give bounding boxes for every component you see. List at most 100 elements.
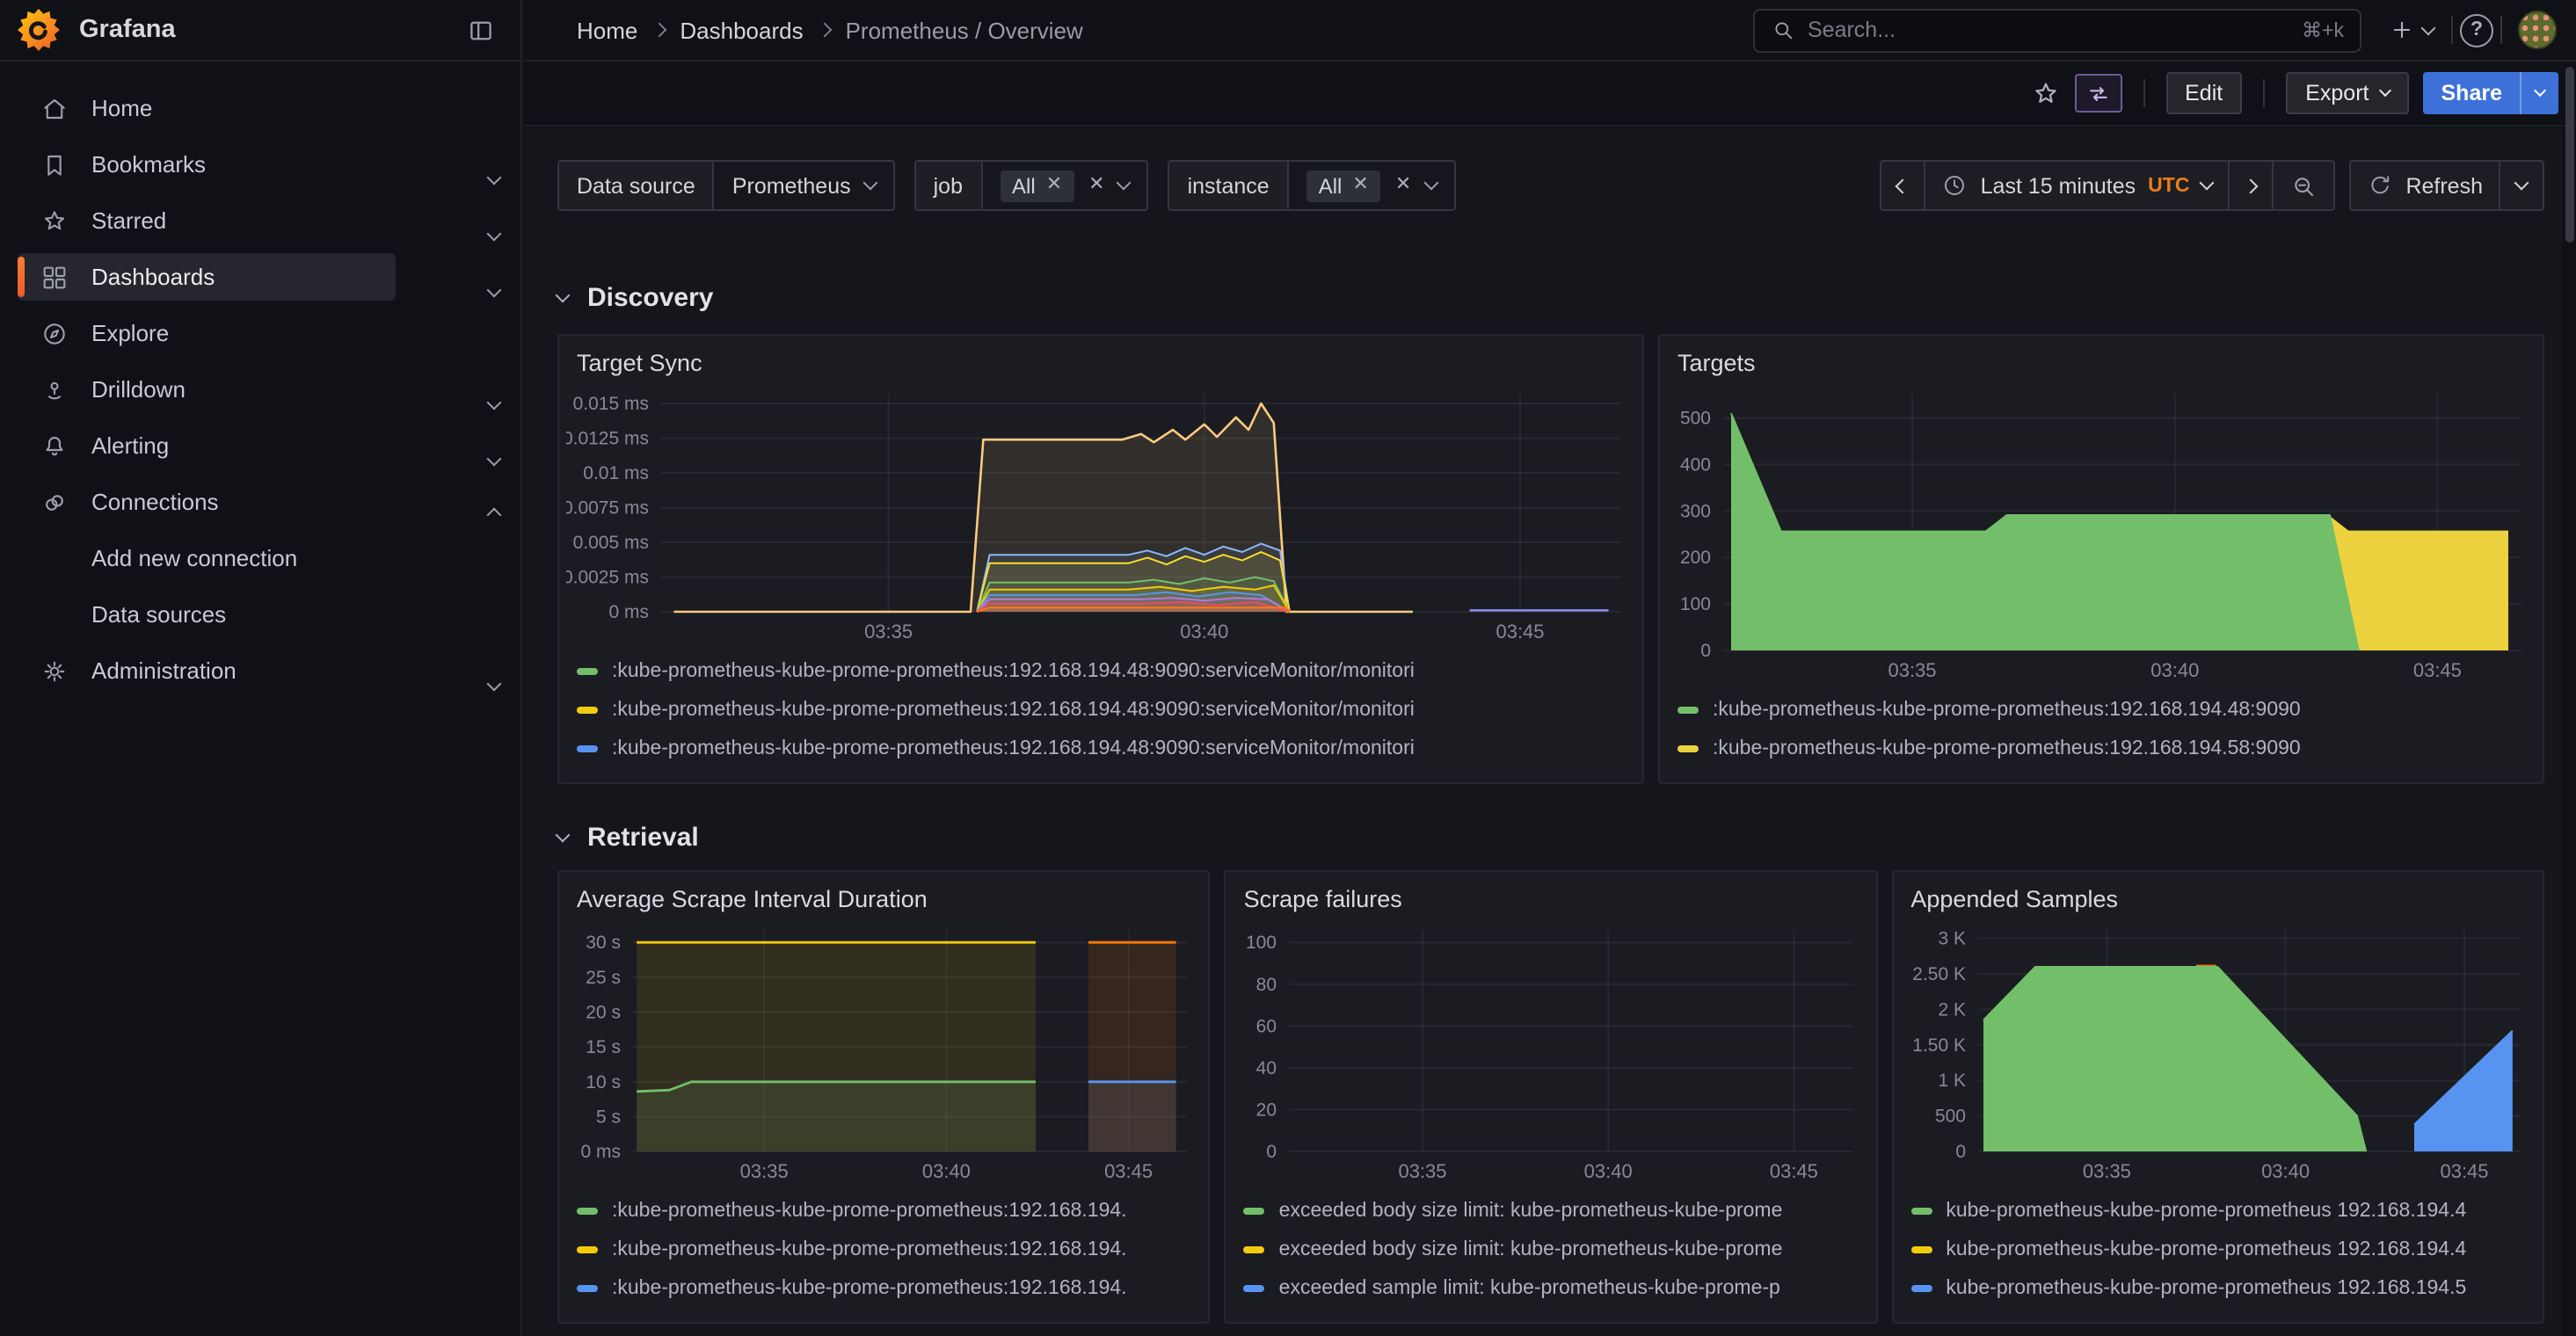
sidebar-item-drilldown[interactable]: Drilldown	[18, 366, 454, 413]
svg-text:80: 80	[1256, 975, 1277, 995]
sidebar-item-home[interactable]: Home	[18, 84, 454, 132]
svg-text:03:45: 03:45	[1104, 1160, 1153, 1182]
legend-item[interactable]: exceeded sample limit: kube-prometheus-k…	[1244, 1269, 1859, 1308]
edit-button[interactable]: Edit	[2165, 72, 2242, 114]
legend-item[interactable]: exceeded body size limit: kube-prometheu…	[1244, 1192, 1859, 1231]
svg-text:03:35: 03:35	[1888, 659, 1936, 681]
job-filter: job All✕ ✕	[914, 160, 1149, 211]
svg-text:400: 400	[1680, 454, 1711, 475]
avg-scrape-legend: :kube-prometheus-kube-prome-prometheus:1…	[559, 1187, 1209, 1322]
help-button[interactable]: ?	[2460, 13, 2493, 47]
legend-item[interactable]: :kube-prometheus-kube-prome-prometheus:1…	[577, 1192, 1191, 1231]
legend-label: exceeded body size limit: kube-prometheu…	[1279, 1239, 1783, 1260]
datasource-select[interactable]: Prometheus	[715, 162, 893, 209]
time-shift-forward-button[interactable]	[2228, 160, 2274, 211]
target-sync-legend: :kube-prometheus-kube-prome-prometheus:1…	[559, 647, 1642, 782]
sidebar-item-data-sources[interactable]: Data sources	[18, 591, 454, 638]
legend-item[interactable]: :kube-prometheus-kube-prome-prometheus:1…	[1677, 691, 2525, 730]
avg-scrape-chart[interactable]: 03:3503:4003:450 ms5 s10 s15 s20 s25 s30…	[566, 918, 1202, 1187]
time-controls: Last 15 minutes UTC	[1881, 160, 2544, 211]
legend-label: kube-prometheus-kube-prome-prometheus 19…	[1946, 1239, 2466, 1260]
refresh-group: Refresh	[2349, 160, 2544, 211]
job-select[interactable]: All✕ ✕	[982, 162, 1147, 209]
legend-label: kube-prometheus-kube-prome-prometheus 19…	[1946, 1201, 2466, 1222]
search-input[interactable]: Search... ⌘+k	[1753, 8, 2361, 52]
panels-toggle-button[interactable]	[2074, 74, 2121, 113]
section-retrieval[interactable]: Retrieval	[557, 814, 2558, 860]
collapse-icon	[556, 287, 571, 302]
legend-swatch-icon	[577, 1246, 598, 1253]
remove-icon[interactable]: ✕	[1046, 176, 1062, 195]
panel-title[interactable]: Appended Samples	[1893, 872, 2543, 918]
user-avatar[interactable]	[2518, 11, 2557, 49]
clear-icon[interactable]: ✕	[1088, 176, 1104, 195]
svg-text:20 s: 20 s	[586, 1003, 621, 1023]
instance-value-chip[interactable]: All✕	[1306, 170, 1381, 201]
sidebar-item-explore[interactable]: Explore	[18, 309, 454, 357]
panel-title[interactable]: Targets	[1660, 336, 2543, 381]
section-title: Retrieval	[587, 822, 699, 852]
chevron-down-icon	[2421, 20, 2436, 35]
panel-row-retrieval: Average Scrape Interval Duration 03:3503…	[557, 870, 2558, 1324]
svg-text:03:45: 03:45	[2440, 1160, 2488, 1182]
svg-text:10 s: 10 s	[586, 1072, 621, 1093]
clock-icon	[1942, 172, 1968, 199]
panel-title[interactable]: Target Sync	[559, 336, 1642, 381]
panel-title[interactable]: Average Scrape Interval Duration	[559, 872, 1209, 918]
add-button[interactable]	[2379, 8, 2444, 52]
legend-item[interactable]: kube-prometheus-kube-prome-prometheus 19…	[1910, 1269, 2525, 1308]
time-range-picker[interactable]: Last 15 minutes UTC	[1925, 160, 2230, 211]
sidebar-toggle-icon[interactable]	[466, 15, 496, 45]
remove-icon[interactable]: ✕	[1352, 176, 1368, 195]
legend-item[interactable]: exceeded body size limit: kube-prometheu…	[1244, 1231, 1859, 1269]
legend-label: :kube-prometheus-kube-prome-prometheus:1…	[612, 661, 1415, 682]
svg-text:300: 300	[1680, 501, 1711, 521]
legend-item[interactable]: :kube-prometheus-kube-prome-prometheus:1…	[577, 1269, 1191, 1308]
sidebar-item-bookmarks[interactable]: Bookmarks	[18, 141, 454, 188]
dashboard-canvas: Data source Prometheus job All✕ ✕	[524, 128, 2562, 1336]
sidebar-item-alerting[interactable]: Alerting	[18, 422, 454, 469]
legend-item[interactable]: :kube-prometheus-kube-prome-prometheus:1…	[577, 652, 1625, 691]
export-button[interactable]: Export	[2286, 72, 2409, 114]
chevron-down-icon	[489, 160, 499, 192]
share-button[interactable]: Share	[2424, 72, 2521, 114]
target-sync-chart[interactable]: 03:3503:4003:450 ms0.0025 ms0.005 ms0.00…	[566, 381, 1635, 647]
sidebar-item-connections[interactable]: Connections	[18, 478, 454, 526]
legend-item[interactable]: :kube-prometheus-kube-prome-prometheus:1…	[577, 1231, 1191, 1269]
sidebar-item-administration[interactable]: Administration	[18, 647, 454, 694]
share-dropdown-button[interactable]	[2520, 72, 2558, 114]
legend-swatch-icon	[577, 745, 598, 752]
legend-item[interactable]: :kube-prometheus-kube-prome-prometheus:1…	[577, 730, 1625, 768]
clear-icon[interactable]: ✕	[1395, 176, 1411, 195]
panel-title[interactable]: Scrape failures	[1226, 872, 1876, 918]
svg-text:0.01 ms: 0.01 ms	[583, 463, 649, 483]
legend-item[interactable]: :kube-prometheus-kube-prome-prometheus:1…	[1677, 730, 2525, 768]
breadcrumb-dashboards[interactable]: Dashboards	[680, 17, 803, 43]
legend-item[interactable]: kube-prometheus-kube-prome-prometheus 19…	[1910, 1231, 2525, 1269]
grafana-logo-icon	[18, 9, 60, 51]
sidebar-header: Grafana	[0, 0, 520, 62]
scrollbar-thumb[interactable]	[2565, 67, 2574, 243]
legend-item[interactable]: :kube-prometheus-kube-prome-prometheus:1…	[577, 691, 1625, 730]
scrape-failures-chart[interactable]: 03:3503:4003:45020406080100	[1233, 918, 1869, 1187]
breadcrumb-home[interactable]: Home	[577, 17, 637, 43]
appended-samples-chart[interactable]: 03:3503:4003:4505001 K1.50 K2 K2.50 K3 K	[1900, 918, 2536, 1187]
legend-label: :kube-prometheus-kube-prome-prometheus:1…	[1713, 700, 2301, 721]
time-shift-back-button[interactable]	[1881, 160, 1926, 211]
refresh-interval-button[interactable]	[2499, 160, 2544, 211]
targets-chart[interactable]: 03:3503:4003:450100200300400500	[1667, 381, 2536, 686]
sidebar-item-add-new-connection[interactable]: Add new connection	[18, 534, 454, 582]
sidebar-item-label: Data sources	[91, 601, 226, 628]
legend-item[interactable]: kube-prometheus-kube-prome-prometheus 19…	[1910, 1192, 2525, 1231]
sidebar-item-dashboards[interactable]: Dashboards	[18, 253, 454, 301]
job-value-chip[interactable]: All✕	[1000, 170, 1074, 201]
svg-text:03:40: 03:40	[922, 1160, 971, 1182]
instance-select[interactable]: All✕ ✕	[1289, 162, 1454, 209]
sidebar-item-starred[interactable]: Starred	[18, 197, 454, 244]
section-discovery[interactable]: Discovery	[557, 274, 2558, 320]
refresh-button[interactable]: Refresh	[2349, 160, 2500, 211]
favorite-star-icon[interactable]	[2030, 78, 2060, 108]
brand-name: Grafana	[79, 16, 466, 44]
zoom-out-button[interactable]	[2272, 160, 2335, 211]
svg-text:0.005 ms: 0.005 ms	[573, 533, 649, 553]
